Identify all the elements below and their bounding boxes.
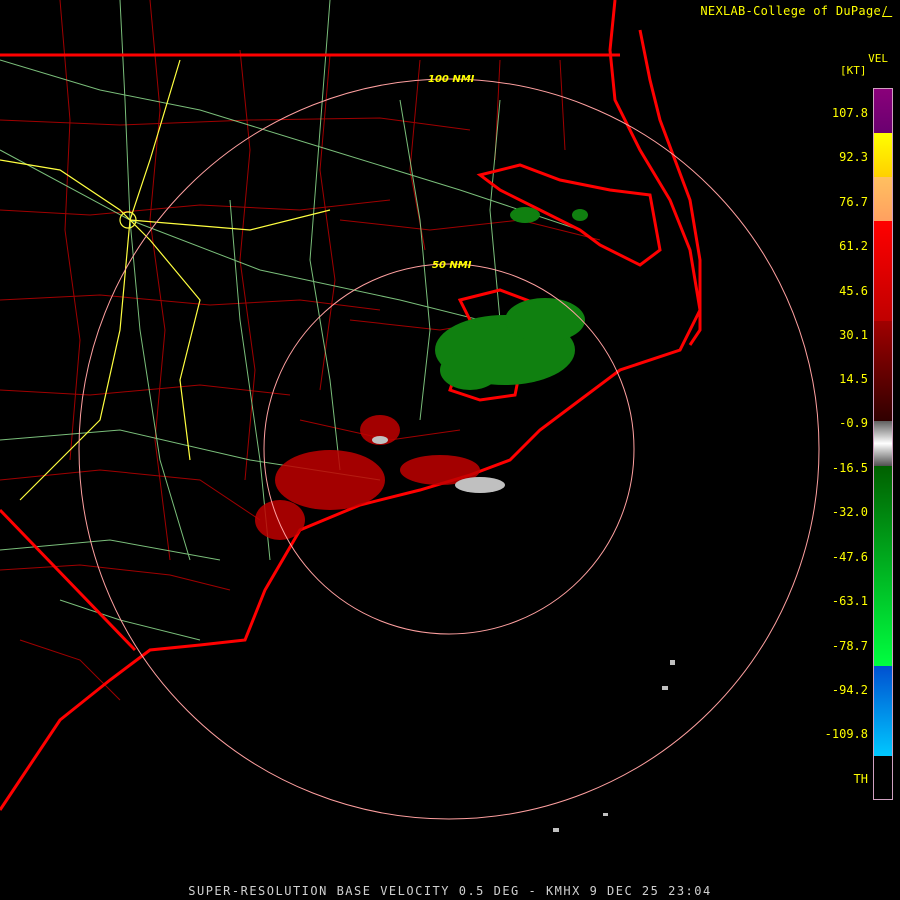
radar-map: 100 NMI 50 NMI (0, 0, 820, 832)
velocity-echoes-gray (372, 436, 675, 832)
legend-product: VEL (868, 52, 888, 65)
velocity-echoes-red (255, 415, 480, 540)
velocity-echoes-green (435, 207, 588, 390)
tick-label: -47.6 (831, 550, 868, 564)
tick-label: -32.0 (831, 505, 868, 519)
interstates (0, 59, 331, 501)
tick-label: -109.8 (824, 727, 868, 741)
tick-label: -0.9 (839, 416, 868, 430)
ring-labels: 100 NMI 50 NMI (428, 74, 475, 271)
coastline (0, 0, 702, 811)
tick-label: 61.2 (839, 239, 868, 253)
tick-label: -78.7 (831, 639, 868, 653)
tick-label: TH (853, 772, 868, 786)
tick-label: -63.1 (831, 594, 868, 608)
ring-label-50: 50 NMI (432, 260, 472, 271)
tick-label: 76.7 (839, 195, 868, 209)
tick-label: -94.2 (831, 683, 868, 697)
velocity-colorbar (873, 88, 893, 800)
credit-label: NEXLAB-College of DuPage (700, 4, 897, 18)
range-rings (78, 78, 820, 820)
logo-icon (881, 6, 897, 17)
ring-label-100: 100 NMI (428, 74, 475, 85)
tick-label: 92.3 (839, 150, 868, 164)
tick-label: 30.1 (839, 328, 868, 342)
tick-label: 107.8 (831, 106, 868, 120)
tick-label: -16.5 (831, 461, 868, 475)
tick-label: 14.5 (839, 372, 868, 386)
product-caption: SUPER-RESOLUTION BASE VELOCITY 0.5 DEG -… (188, 884, 712, 898)
tick-label: 45.6 (839, 284, 868, 298)
legend-unit: [KT] (840, 64, 867, 77)
